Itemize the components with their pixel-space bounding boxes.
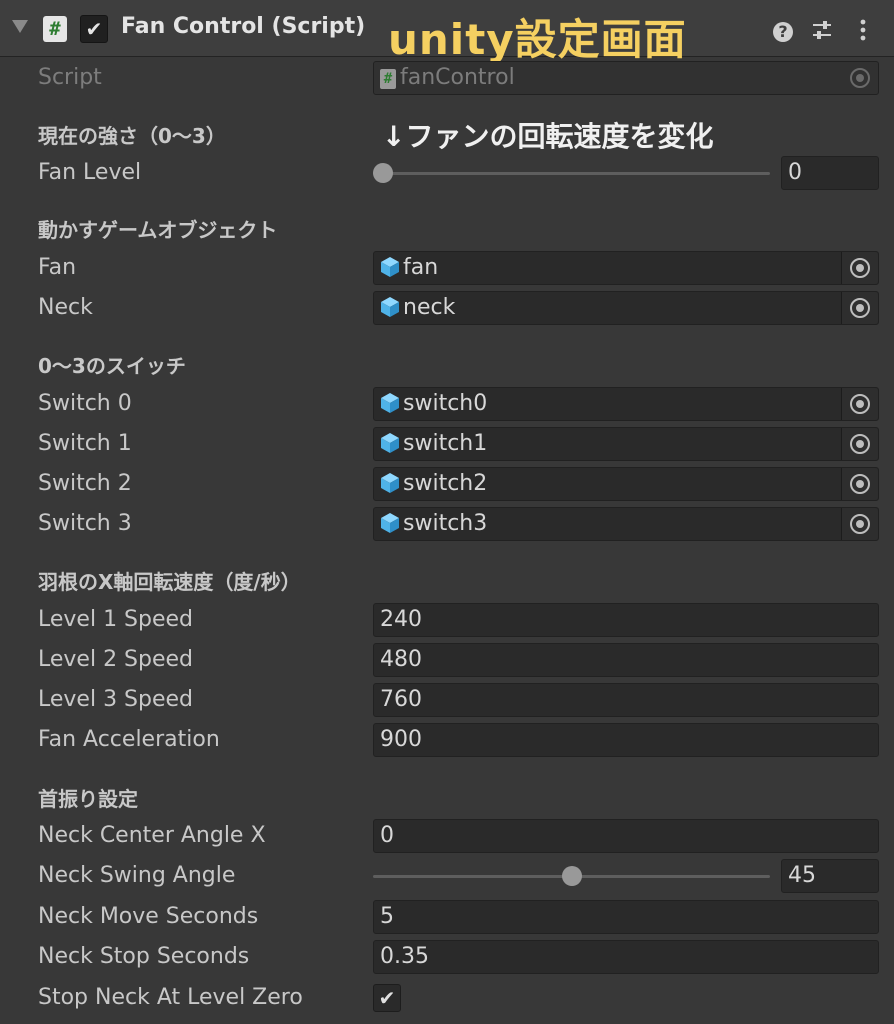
section-heading-blade-speed: 羽根のX軸回転速度（度/秒） bbox=[38, 570, 301, 594]
script-field-value: fanControl bbox=[400, 65, 515, 90]
switch2-label: Switch 2 bbox=[38, 471, 132, 496]
section-heading-strength: 現在の強さ（0～3） bbox=[38, 124, 226, 148]
script-file-icon: # bbox=[380, 69, 396, 89]
switch1-object-value: switch1 bbox=[403, 431, 488, 456]
help-icon[interactable]: ? bbox=[771, 14, 795, 44]
section-heading-objects: 動かすゲームオブジェクト bbox=[38, 218, 278, 242]
neck-swing-angle-slider-thumb[interactable] bbox=[561, 866, 582, 886]
switch1-label: Switch 1 bbox=[38, 431, 132, 456]
switch1-object-field[interactable]: switch1 bbox=[373, 427, 879, 461]
neck-center-angle-input[interactable]: 0 bbox=[373, 819, 879, 853]
gameobject-cube-icon bbox=[381, 433, 399, 453]
component-enabled-checkbox[interactable]: ✔ bbox=[80, 15, 108, 43]
neck-stop-seconds-input[interactable]: 0.35 bbox=[373, 940, 879, 974]
switch0-label: Switch 0 bbox=[38, 391, 132, 416]
fan-level-input[interactable]: 0 bbox=[781, 156, 879, 190]
level2-speed-input[interactable]: 480 bbox=[373, 643, 879, 677]
section-heading-switches: 0～3のスイッチ bbox=[38, 354, 186, 378]
gameobject-cube-icon bbox=[381, 257, 399, 277]
neck-swing-angle-input[interactable]: 45 bbox=[781, 859, 879, 893]
annotation-text: ↓ファンの回転速度を変化 bbox=[382, 120, 714, 153]
object-picker-icon[interactable] bbox=[841, 508, 878, 540]
neck-stop-seconds-label: Neck Stop Seconds bbox=[38, 944, 250, 969]
level1-speed-input[interactable]: 240 bbox=[373, 603, 879, 637]
level3-speed-label: Level 3 Speed bbox=[38, 687, 194, 712]
switch2-object-field[interactable]: switch2 bbox=[373, 467, 879, 501]
neck-object-value: neck bbox=[403, 295, 456, 320]
object-picker-icon[interactable] bbox=[841, 388, 878, 420]
gameobject-cube-icon bbox=[381, 297, 399, 317]
switch3-label: Switch 3 bbox=[38, 511, 132, 536]
fan-level-label: Fan Level bbox=[38, 160, 142, 185]
object-picker-icon[interactable] bbox=[841, 252, 878, 284]
fan-level-slider[interactable] bbox=[373, 163, 770, 183]
neck-label: Neck bbox=[38, 295, 93, 320]
object-picker-icon bbox=[842, 62, 878, 94]
fan-label: Fan bbox=[38, 255, 77, 280]
gameobject-cube-icon bbox=[381, 473, 399, 493]
component-title[interactable]: Fan Control (Script) bbox=[121, 14, 365, 39]
object-picker-icon[interactable] bbox=[841, 292, 878, 324]
switch2-object-value: switch2 bbox=[403, 471, 488, 496]
level3-speed-input[interactable]: 760 bbox=[373, 683, 879, 717]
foldout-arrow-icon[interactable] bbox=[12, 20, 28, 33]
script-field: # fanControl bbox=[373, 61, 879, 95]
switch3-object-value: switch3 bbox=[403, 511, 488, 536]
fan-level-slider-thumb[interactable] bbox=[373, 163, 393, 183]
gameobject-cube-icon bbox=[381, 513, 399, 533]
stop-neck-at-level-zero-checkbox[interactable]: ✔ bbox=[373, 984, 401, 1012]
preset-icon[interactable] bbox=[809, 14, 835, 44]
fan-object-field[interactable]: fan bbox=[373, 251, 879, 285]
fan-acceleration-input[interactable]: 900 bbox=[373, 723, 879, 757]
level2-speed-label: Level 2 Speed bbox=[38, 647, 194, 672]
neck-swing-angle-label: Neck Swing Angle bbox=[38, 863, 236, 888]
fan-object-value: fan bbox=[403, 255, 439, 280]
neck-swing-angle-slider[interactable] bbox=[373, 866, 770, 886]
switch0-object-field[interactable]: switch0 bbox=[373, 387, 879, 421]
neck-center-angle-label: Neck Center Angle X bbox=[38, 823, 266, 848]
kebab-menu-icon[interactable] bbox=[851, 14, 875, 44]
annotation-title: unity設定画面 bbox=[388, 15, 687, 64]
level1-speed-label: Level 1 Speed bbox=[38, 607, 194, 632]
neck-move-seconds-label: Neck Move Seconds bbox=[38, 904, 259, 929]
gameobject-cube-icon bbox=[381, 393, 399, 413]
script-label: Script bbox=[38, 65, 102, 90]
switch3-object-field[interactable]: switch3 bbox=[373, 507, 879, 541]
script-icon: # bbox=[43, 16, 67, 42]
neck-object-field[interactable]: neck bbox=[373, 291, 879, 325]
fan-acceleration-label: Fan Acceleration bbox=[38, 727, 220, 752]
component-header: # ✔ Fan Control (Script) unity設定画面 ? bbox=[0, 0, 894, 64]
stop-neck-at-level-zero-label: Stop Neck At Level Zero bbox=[38, 985, 303, 1010]
neck-move-seconds-input[interactable]: 5 bbox=[373, 900, 879, 934]
object-picker-icon[interactable] bbox=[841, 428, 878, 460]
section-heading-neck: 首振り設定 bbox=[38, 787, 138, 811]
object-picker-icon[interactable] bbox=[841, 468, 878, 500]
switch0-object-value: switch0 bbox=[403, 391, 488, 416]
